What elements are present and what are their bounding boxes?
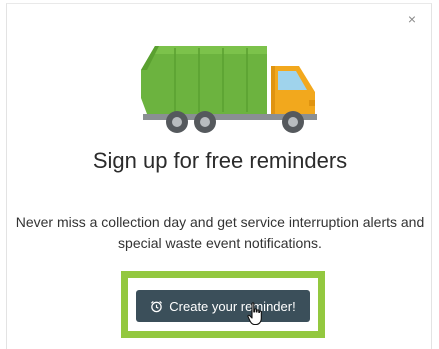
garbage-truck-illustration: [141, 46, 317, 133]
alarm-clock-icon: [151, 300, 163, 312]
hand-pointer-cursor: [247, 302, 262, 326]
modal-description: Never miss a collection day and get serv…: [15, 214, 425, 251]
create-reminder-button[interactable]: Create your reminder!: [136, 290, 310, 322]
page: × Sign up for free reminders Never miss …: [0, 0, 439, 349]
modal-title: Sign up for free reminders: [92, 148, 348, 173]
create-reminder-label: Create your reminder!: [169, 298, 296, 314]
close-icon[interactable]: ×: [405, 12, 419, 26]
